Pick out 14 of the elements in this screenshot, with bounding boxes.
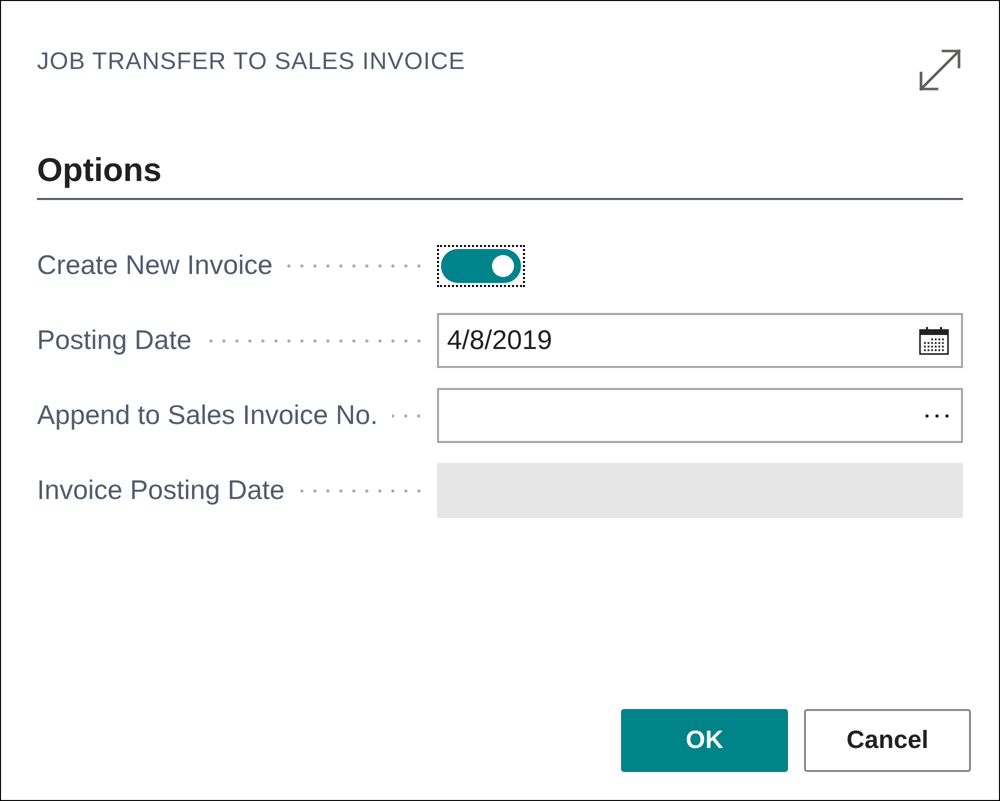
field-label: Create New Invoice <box>37 250 273 281</box>
ok-button[interactable]: OK <box>621 709 788 772</box>
expand-icon[interactable] <box>918 48 962 92</box>
field-label: Posting Date <box>37 325 192 356</box>
calendar-icon[interactable] <box>919 326 949 354</box>
dialog-title: JOB TRANSFER TO SALES INVOICE <box>37 47 466 77</box>
toggle-switch[interactable] <box>437 244 525 286</box>
section-heading: Options <box>37 150 963 200</box>
date-field[interactable]: 4/8/2019 <box>437 313 963 368</box>
cancel-button[interactable]: Cancel <box>804 709 971 772</box>
field-label: Invoice Posting Date <box>37 475 285 506</box>
field-label: Append to Sales Invoice No. <box>37 400 378 431</box>
lookup-field[interactable] <box>437 388 963 443</box>
ellipsis-icon[interactable] <box>925 414 949 418</box>
